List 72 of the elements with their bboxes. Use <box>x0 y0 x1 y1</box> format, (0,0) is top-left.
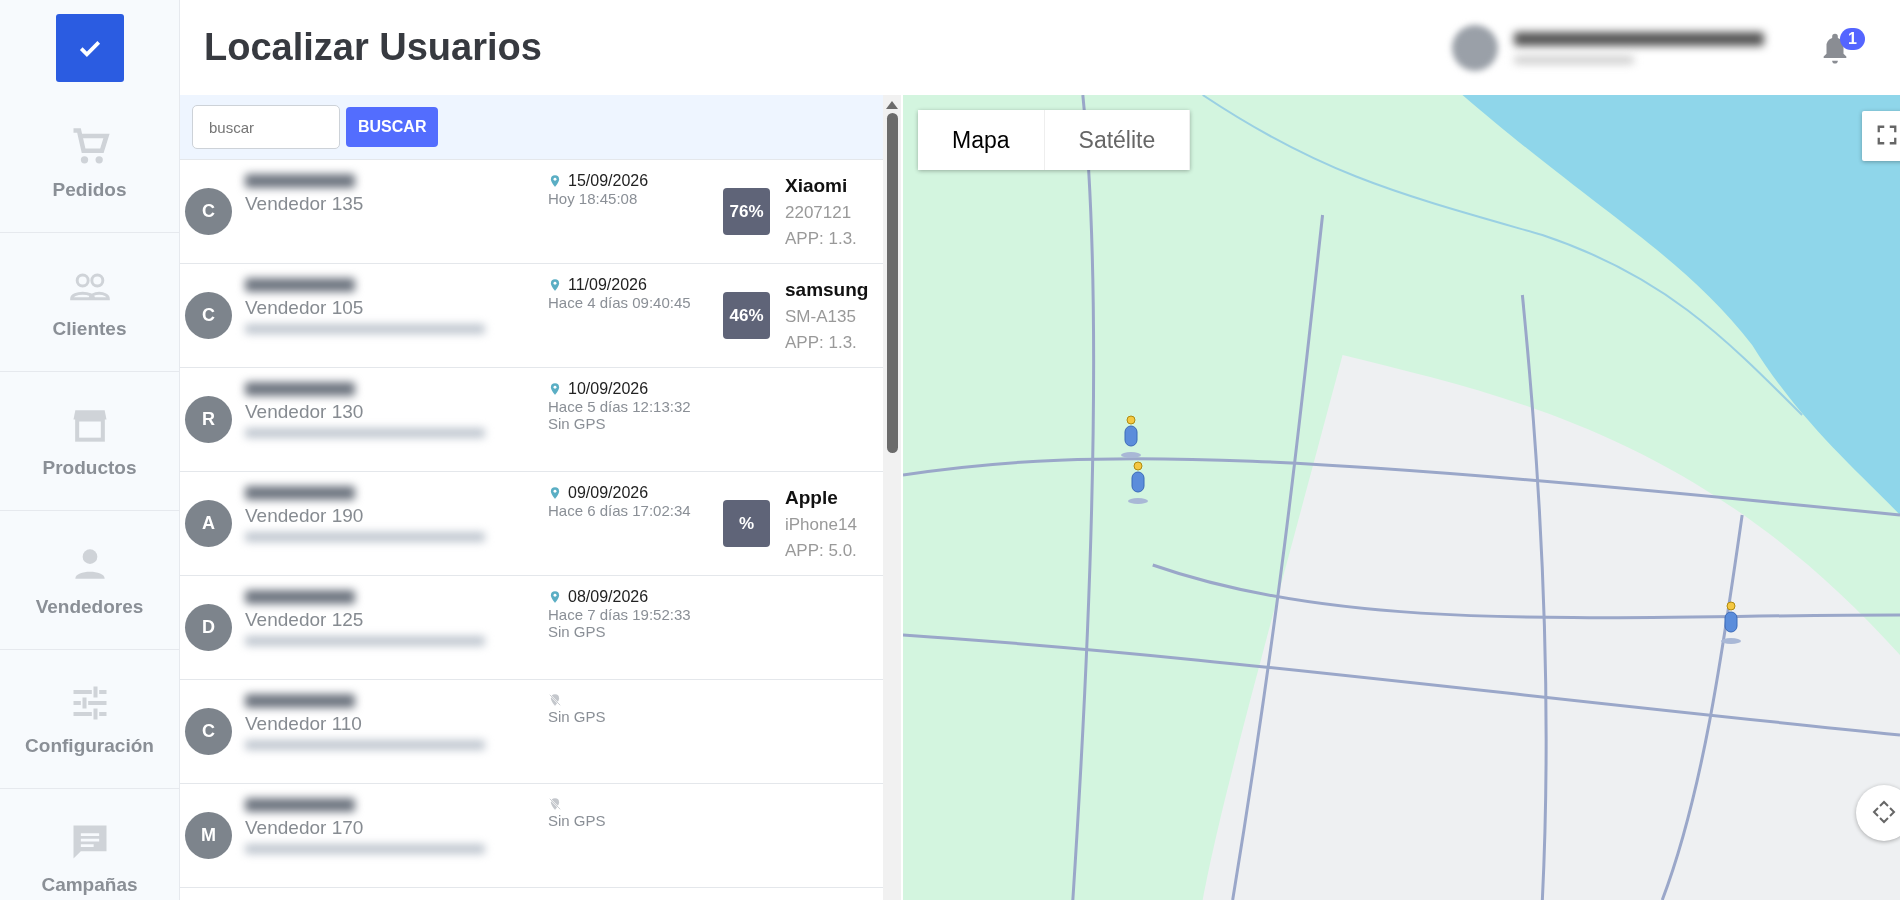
scrollbar[interactable] <box>883 95 901 900</box>
user-row[interactable]: C Vendedor 110 Sin GPS <box>180 680 883 784</box>
user-role: Vendedor 135 <box>245 193 365 215</box>
user-avatar: A <box>185 500 232 547</box>
search-field[interactable]: buscar <box>192 105 340 149</box>
device-model: 2207121 <box>785 202 853 223</box>
user-avatar: C <box>185 292 232 339</box>
location-time: Hace 5 días 12:13:32 <box>548 398 692 415</box>
location-date: 08/09/2026 <box>568 588 649 606</box>
page-title: Localizar Usuarios <box>204 26 543 69</box>
location-time: Hace 7 días 19:52:33 <box>548 606 692 623</box>
app-logo[interactable] <box>55 14 124 82</box>
gps-status: Sin GPS <box>548 708 607 725</box>
sidebar-item[interactable]: Pedidos <box>0 94 179 233</box>
fullscreen-icon <box>1876 123 1898 146</box>
notification-count: 1 <box>1840 27 1865 50</box>
gps-status: Sin GPS <box>548 623 607 640</box>
person-marker-icon[interactable] <box>1119 415 1143 459</box>
person-marker-icon[interactable] <box>1719 601 1743 645</box>
app-version: APP: 1.3. <box>785 332 858 353</box>
scroll-up-icon[interactable] <box>886 101 898 109</box>
blurred-avatar <box>1452 24 1498 71</box>
device-brand: Apple <box>785 486 839 509</box>
user-role: Vendedor 110 <box>245 713 363 735</box>
user-role: Vendedor 130 <box>245 401 365 423</box>
location-date: 15/09/2026 <box>568 172 649 190</box>
pan-arrows-icon <box>1872 799 1896 824</box>
sidebar-item[interactable]: Vendedores <box>0 511 179 650</box>
user-role: Vendedor 190 <box>245 505 365 527</box>
sidebar-item[interactable]: Configuración <box>0 650 179 789</box>
location-time: Hoy 18:45:08 <box>548 190 639 207</box>
user-avatar: C <box>185 708 232 755</box>
map-type-tab[interactable]: Mapa <box>918 110 1045 170</box>
battery-badge: 76% <box>723 188 770 235</box>
map-type-tab[interactable]: Satélite <box>1044 110 1191 170</box>
user-avatar: R <box>185 396 232 443</box>
user-role: Vendedor 170 <box>245 817 365 839</box>
user-role: Vendedor 125 <box>245 609 365 631</box>
device-brand: samsung <box>785 278 870 301</box>
location-time: Hace 6 días 17:02:34 <box>548 502 692 519</box>
app-version: APP: 5.0. <box>785 540 858 561</box>
scrollbar-thumb[interactable] <box>886 113 898 453</box>
sidebar-item[interactable]: Campañas <box>0 789 179 900</box>
gps-status: Sin GPS <box>548 415 607 432</box>
location-time: Hace 4 días 09:40:45 <box>548 294 692 311</box>
device-model: iPhone14 <box>785 514 858 535</box>
user-avatar: M <box>185 812 232 859</box>
user-row[interactable]: C Vendedor 105 11/09/2026 Hace 4 días 09:40:45 46% samsung SM-A135 APP: 1.3. <box>180 264 883 368</box>
fullscreen-button[interactable] <box>1862 111 1900 161</box>
map-view[interactable]: Mapa Satélite <box>903 95 1900 900</box>
notifications-button[interactable]: 1 <box>1818 25 1874 70</box>
app-version: APP: 1.3. <box>785 228 858 249</box>
sidebar-item[interactable]: Productos <box>0 372 179 511</box>
device-model: SM-A135 <box>785 306 857 327</box>
location-date: 10/09/2026 <box>568 380 649 398</box>
user-row[interactable]: M Vendedor 170 Sin GPS <box>180 784 883 888</box>
battery-badge: 46% <box>723 292 770 339</box>
gps-status: Sin GPS <box>548 812 607 829</box>
device-brand: Xiaomi <box>785 174 849 197</box>
battery-badge: % <box>723 500 770 547</box>
user-row[interactable]: A Vendedor 190 09/09/2026 Hace 6 días 17:02:34 % Apple iPhone14 APP: 5.0. <box>180 472 883 576</box>
user-row[interactable]: D Vendedor 125 08/09/2026 Hace 7 días 19:52:33 Sin GPS <box>180 576 883 680</box>
search-button[interactable]: BUSCAR <box>346 107 439 147</box>
user-row[interactable]: C Vendedor 135 15/09/2026 Hoy 18:45:08 76% Xiaomi 2207121 APP: 1.3. <box>180 160 883 264</box>
person-marker-icon[interactable] <box>1126 461 1150 505</box>
user-avatar: C <box>185 188 232 235</box>
sidebar-item[interactable]: Clientes <box>0 233 179 372</box>
user-row[interactable]: R Vendedor 130 10/09/2026 Hace 5 días 12:13:32 Sin GPS <box>180 368 883 472</box>
location-date: 11/09/2026 <box>568 276 647 294</box>
user-avatar: D <box>185 604 232 651</box>
user-role: Vendedor 105 <box>245 297 365 319</box>
location-date: 09/09/2026 <box>568 484 649 502</box>
